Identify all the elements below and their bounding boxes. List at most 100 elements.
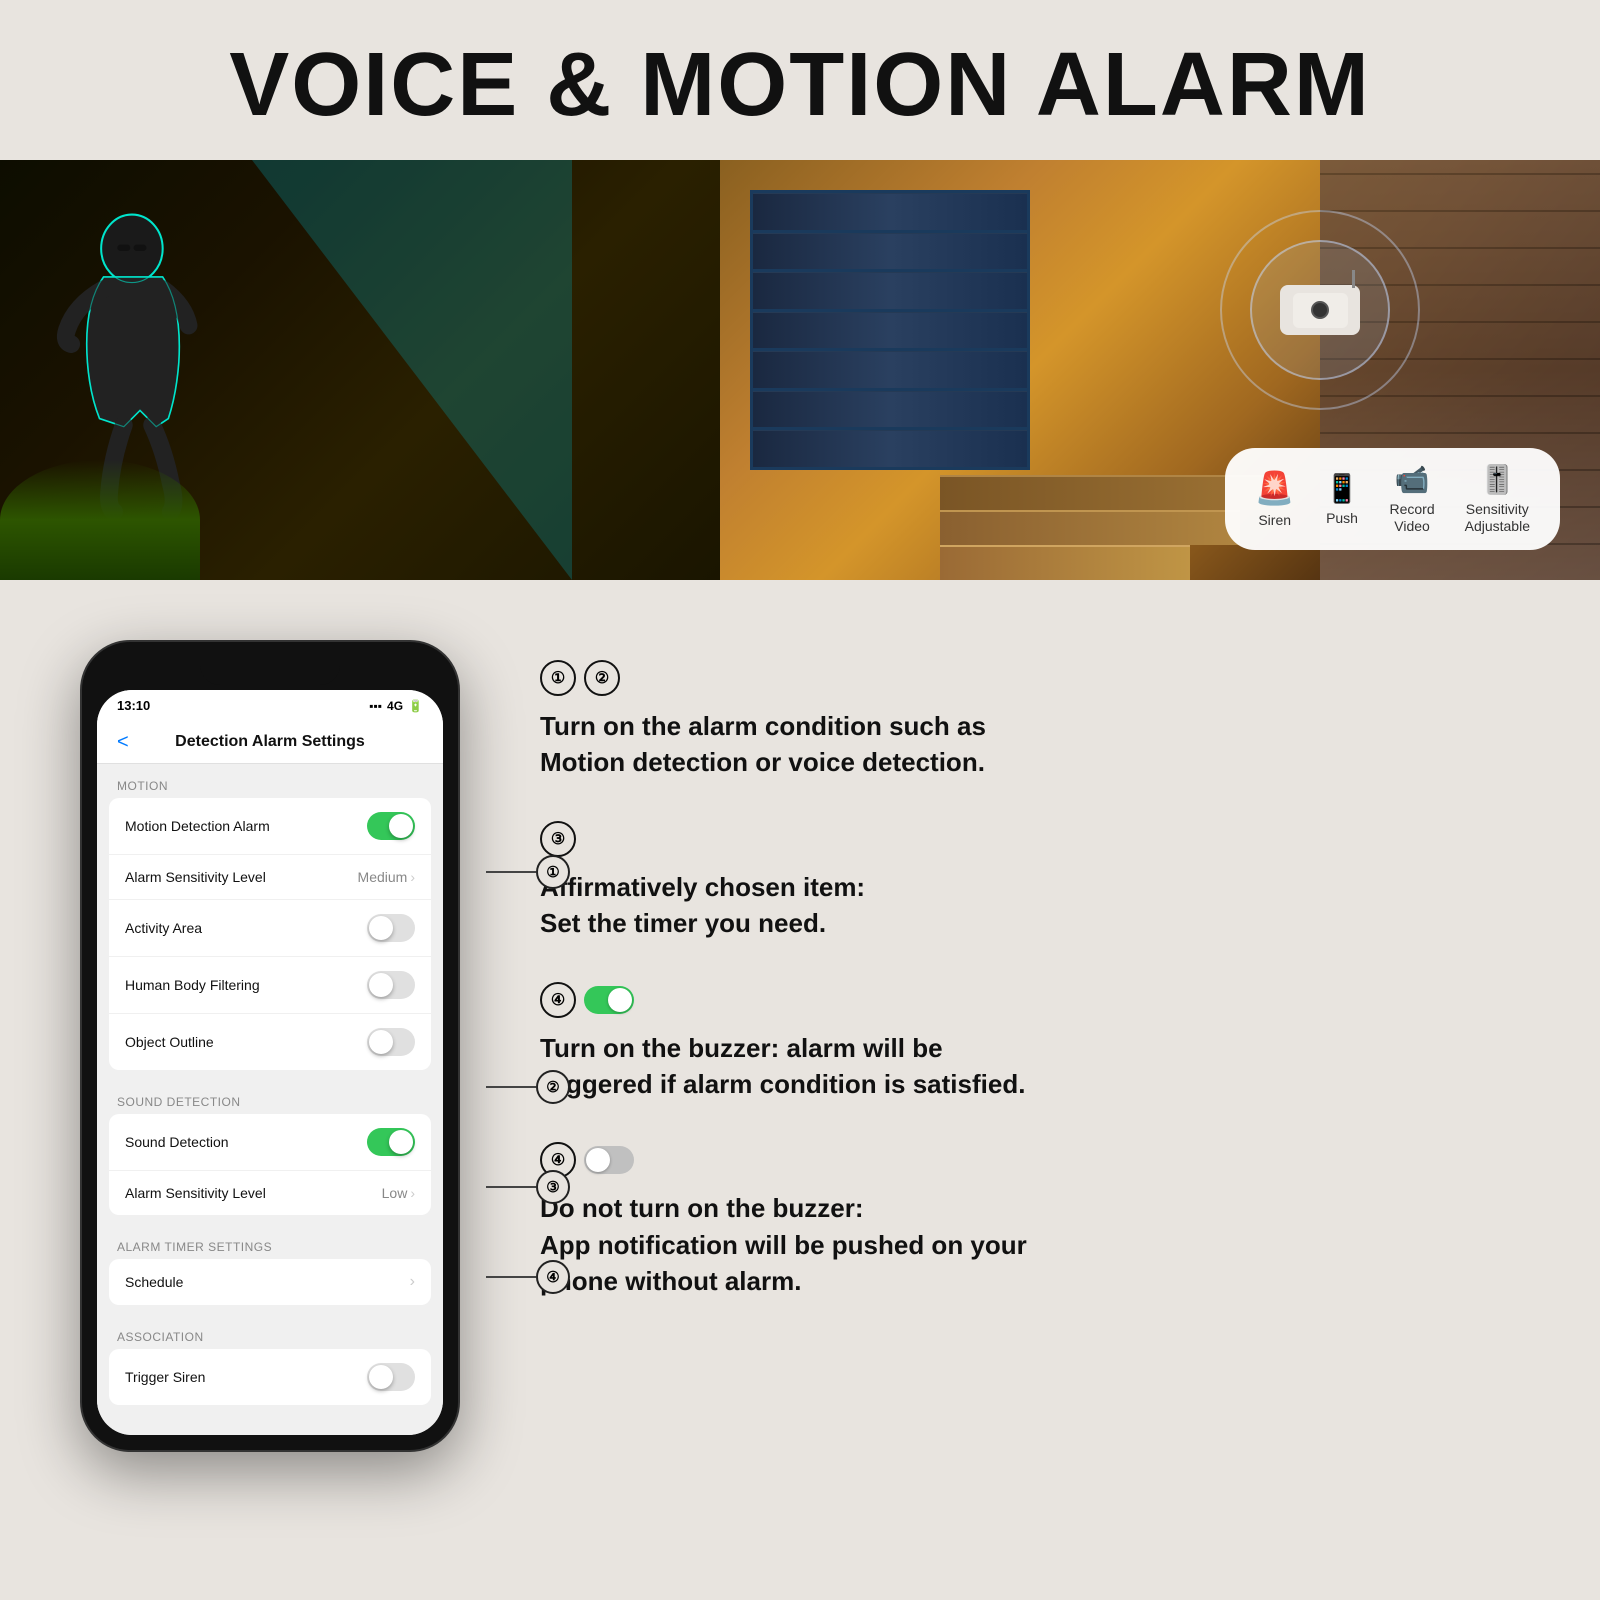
object-outline-label: Object Outline: [125, 1034, 214, 1050]
phone-container: 13:10 ▪▪▪ 4G 🔋 < Detection Alarm Setting…: [80, 640, 460, 1452]
phone-notch: [200, 657, 340, 685]
toggle-thumb: [369, 973, 393, 997]
motion-detection-toggle[interactable]: [367, 812, 415, 840]
right-instructions: ① ② Turn on the alarm condition such asM…: [540, 640, 1520, 1340]
back-button[interactable]: <: [117, 731, 129, 754]
alarm-sensitivity-motion-row: Alarm Sensitivity Level Medium ›: [109, 855, 431, 900]
callout-number-4: ④: [536, 1260, 570, 1294]
toggle-thumb: [369, 916, 393, 940]
status-time: 13:10: [117, 698, 150, 713]
phone-content: Motion Motion Detection Alarm Alarm Sens…: [97, 764, 443, 1435]
phone-screen: 13:10 ▪▪▪ 4G 🔋 < Detection Alarm Setting…: [97, 690, 443, 1435]
chevron-icon: ›: [410, 1273, 415, 1291]
sensitivity-feature: 🎚️ SensitivityAdjustable: [1465, 463, 1530, 535]
object-outline-toggle[interactable]: [367, 1028, 415, 1056]
instruction-nums-4-on: ④: [540, 982, 1520, 1018]
alarm-sensitivity-sound-row: Alarm Sensitivity Level Low ›: [109, 1171, 431, 1215]
instruction-nums-1-2: ① ②: [540, 660, 1520, 696]
toggle-thumb: [369, 1365, 393, 1389]
phone-mockup: 13:10 ▪▪▪ 4G 🔋 < Detection Alarm Setting…: [80, 640, 460, 1452]
push-feature: 📱 Push: [1325, 472, 1360, 527]
instruction-num-1: ①: [540, 660, 576, 696]
toggle-inline-on: [584, 986, 634, 1014]
hero-right-panel: 🚨 Siren 📱 Push 📹 RecordVideo 🎚️ Sensitiv…: [720, 160, 1600, 580]
instruction-num-3: ③: [540, 821, 576, 857]
record-feature: 📹 RecordVideo: [1389, 463, 1434, 535]
feature-icons-panel: 🚨 Siren 📱 Push 📹 RecordVideo 🎚️ Sensitiv…: [1225, 448, 1560, 550]
record-icon: 📹: [1395, 463, 1430, 496]
hero-left-panel: [0, 160, 720, 580]
chevron-icon: ›: [410, 869, 415, 885]
callout-number-3: ③: [536, 1170, 570, 1204]
callout-line: [486, 871, 536, 873]
instruction-num-2: ②: [584, 660, 620, 696]
schedule-label: Schedule: [125, 1274, 183, 1290]
sound-settings-group: Sound Detection Alarm Sensitivity Level …: [109, 1114, 431, 1215]
callout-number-1: ①: [536, 855, 570, 889]
page-title: VOICE & MOTION ALARM: [60, 40, 1540, 130]
garage-door: [750, 190, 1030, 470]
schedule-row[interactable]: Schedule ›: [109, 1259, 431, 1305]
callout-2: ②: [486, 1070, 570, 1104]
hero-section: 🚨 Siren 📱 Push 📹 RecordVideo 🎚️ Sensitiv…: [0, 160, 1600, 580]
sensitivity-label: SensitivityAdjustable: [1465, 501, 1530, 535]
camera-area: [1220, 210, 1420, 410]
activity-area-row: Activity Area: [109, 900, 431, 957]
human-body-filtering-toggle[interactable]: [367, 971, 415, 999]
alarm-sensitivity-motion-label: Alarm Sensitivity Level: [125, 869, 266, 885]
camera-device: [1280, 285, 1360, 335]
toggle-thumb: [389, 1130, 413, 1154]
callout-4: ④: [486, 1260, 570, 1294]
trigger-siren-toggle[interactable]: [367, 1363, 415, 1391]
signal-icon: ▪▪▪: [369, 699, 382, 713]
camera-ring-outer: [1220, 210, 1420, 410]
siren-icon: 🚨: [1255, 469, 1295, 507]
callout-line: [486, 1086, 536, 1088]
sound-detection-row: Sound Detection: [109, 1114, 431, 1171]
siren-feature: 🚨 Siren: [1255, 469, 1295, 529]
sound-detection-label: Sound Detection: [125, 1134, 229, 1150]
instruction-nums-4-off: ④: [540, 1142, 1520, 1178]
toggle-thumb: [389, 814, 413, 838]
phone-header: < Detection Alarm Settings: [97, 721, 443, 764]
section-label-sound: Sound Detection: [97, 1080, 443, 1114]
sensitivity-icon: 🎚️: [1480, 463, 1515, 496]
network-icon: 4G: [387, 699, 403, 713]
section-label-association: Association: [97, 1315, 443, 1349]
sound-detection-toggle[interactable]: [367, 1128, 415, 1156]
alarm-sensitivity-motion-value[interactable]: Medium ›: [358, 869, 415, 885]
instruction-text-4-off: Do not turn on the buzzer:App notificati…: [540, 1190, 1520, 1299]
phone-wrapper: 13:10 ▪▪▪ 4G 🔋 < Detection Alarm Setting…: [80, 640, 460, 1452]
status-icons: ▪▪▪ 4G 🔋: [369, 699, 423, 713]
push-label: Push: [1326, 510, 1358, 527]
record-label: RecordVideo: [1389, 501, 1434, 535]
app-push-icon: 📱: [1325, 472, 1360, 505]
trigger-siren-row: Trigger Siren: [109, 1349, 431, 1405]
timer-settings-group: Schedule ›: [109, 1259, 431, 1305]
toggle-inline-thumb: [608, 988, 632, 1012]
human-body-filtering-label: Human Body Filtering: [125, 977, 260, 993]
object-outline-row: Object Outline: [109, 1014, 431, 1070]
association-settings-group: Trigger Siren: [109, 1349, 431, 1405]
detection-beam: [252, 160, 572, 580]
bottom-section: 13:10 ▪▪▪ 4G 🔋 < Detection Alarm Setting…: [0, 580, 1600, 1512]
toggle-inline-off: [584, 1146, 634, 1174]
plants-decoration: [0, 460, 200, 580]
human-body-filtering-row: Human Body Filtering: [109, 957, 431, 1014]
screen-title: Detection Alarm Settings: [117, 733, 423, 751]
instruction-block-4-off: ④ Do not turn on the buzzer:App notifica…: [540, 1142, 1520, 1299]
alarm-sensitivity-sound-label: Alarm Sensitivity Level: [125, 1185, 266, 1201]
toggle-thumb: [369, 1030, 393, 1054]
instruction-num-4-on: ④: [540, 982, 576, 1018]
camera-lens: [1311, 301, 1329, 319]
alarm-sensitivity-sound-value[interactable]: Low ›: [382, 1185, 415, 1201]
section-label-timer: Alarm Timer Settings: [97, 1225, 443, 1259]
motion-detection-row: Motion Detection Alarm: [109, 798, 431, 855]
motion-detection-label: Motion Detection Alarm: [125, 818, 270, 834]
activity-area-label: Activity Area: [125, 920, 202, 936]
trigger-siren-label: Trigger Siren: [125, 1369, 205, 1385]
activity-area-toggle[interactable]: [367, 914, 415, 942]
section-label-motion: Motion: [97, 764, 443, 798]
instruction-block-4-on: ④ Turn on the buzzer: alarm will betrigg…: [540, 982, 1520, 1103]
title-section: VOICE & MOTION ALARM: [0, 0, 1600, 160]
